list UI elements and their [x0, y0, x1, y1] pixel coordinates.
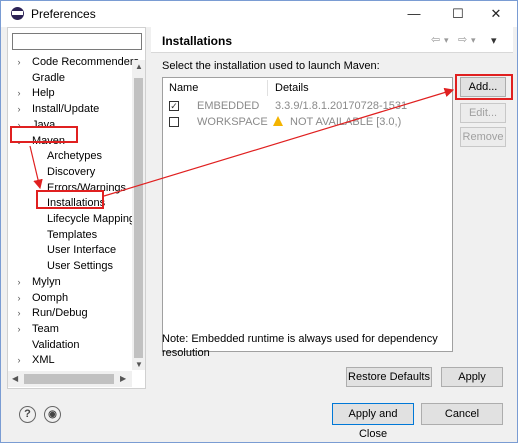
tree-item-label: Code Recommenders: [32, 56, 139, 68]
row-checkbox[interactable]: ✓: [169, 101, 179, 111]
close-button[interactable]: ✕: [479, 1, 513, 27]
page-description: Select the installation used to launch M…: [162, 60, 380, 72]
page-title: Installations: [162, 34, 233, 48]
column-header-details[interactable]: Details: [275, 80, 309, 96]
edit-button[interactable]: Edit...: [460, 103, 506, 123]
back-menu-icon[interactable]: ▾: [444, 35, 449, 46]
tree-item-label: User Interface: [47, 244, 117, 257]
tree-item-label: Archetypes: [47, 150, 103, 163]
tree-hscroll-thumb[interactable]: [24, 374, 114, 384]
collapsed-chevron-icon[interactable]: ›: [14, 290, 24, 306]
restore-defaults-button[interactable]: Restore Defaults: [346, 367, 432, 387]
view-menu-icon[interactable]: ▾: [491, 34, 497, 47]
maximize-button[interactable]: ☐: [441, 1, 475, 27]
expanded-chevron-icon[interactable]: ⌄: [14, 133, 24, 149]
installation-name: WORKSPACE: [197, 116, 268, 128]
cancel-button[interactable]: Cancel: [421, 403, 503, 425]
help-icon[interactable]: ?: [19, 406, 36, 423]
tree-item-label: Run/Debug: [32, 307, 88, 320]
warning-icon: [273, 116, 283, 126]
tree-item-label: Lifecycle Mapping: [47, 213, 136, 225]
tree-item-label: XML: [32, 354, 55, 367]
tree-item-label: Mylyn: [32, 275, 61, 288]
column-header-name[interactable]: Name: [169, 80, 198, 96]
forward-arrow-icon[interactable]: ⇨: [458, 33, 467, 46]
tree-horizontal-scrollbar[interactable]: ◀ ▶: [8, 371, 132, 387]
tree-item-label: Gradle: [32, 71, 66, 84]
installations-page: Installations ⇦ ▾ ⇨ ▾ ▾ Select the insta…: [151, 27, 513, 389]
tree-item-label: Templates: [47, 228, 98, 241]
remove-button[interactable]: Remove: [460, 127, 506, 147]
collapsed-chevron-icon[interactable]: ›: [14, 274, 24, 290]
window-title: Preferences: [31, 7, 96, 21]
table-row[interactable]: WORKSPACE NOT AVAILABLE [3.0,): [163, 114, 452, 130]
tree-item-label: Install/Update: [32, 103, 100, 116]
table-row[interactable]: ✓ EMBEDDED 3.3.9/1.8.1.20170728-1531: [163, 98, 452, 114]
row-checkbox[interactable]: [169, 117, 179, 127]
tree-item-label: Validation: [32, 338, 80, 351]
scroll-left-icon[interactable]: ◀: [12, 374, 18, 383]
embedded-runtime-note: Note: Embedded runtime is always used fo…: [162, 333, 438, 359]
import-export-icon[interactable]: ◉: [44, 406, 61, 423]
scroll-up-icon[interactable]: ▲: [135, 62, 143, 71]
tree-item-label: Errors/Warnings: [47, 181, 127, 194]
preference-tree-panel: › Code Recommenders Gradle › Help › Install/Up…: [7, 27, 146, 389]
collapsed-chevron-icon[interactable]: ›: [14, 54, 24, 70]
collapsed-chevron-icon[interactable]: ›: [14, 117, 24, 133]
eclipse-icon: [11, 7, 24, 20]
apply-button[interactable]: Apply: [441, 367, 503, 387]
collapsed-chevron-icon[interactable]: ›: [14, 85, 24, 101]
column-separator: [267, 80, 268, 96]
installation-details: 3.3.9/1.8.1.20170728-1531: [275, 100, 408, 112]
tree-item-label: User Settings: [47, 260, 114, 273]
installation-details: NOT AVAILABLE [3.0,): [290, 116, 402, 128]
apply-and-close-button[interactable]: Apply and Close: [332, 403, 414, 440]
tree-scroll-thumb[interactable]: [134, 78, 143, 358]
tree-item-label: Maven: [32, 134, 66, 147]
forward-menu-icon[interactable]: ▾: [471, 35, 476, 46]
tree-item-label: Discovery: [47, 165, 96, 178]
tree-item-label: Oomph: [32, 291, 69, 304]
page-header: Installations ⇦ ▾ ⇨ ▾ ▾: [151, 27, 513, 53]
back-arrow-icon[interactable]: ⇦: [431, 33, 440, 46]
collapsed-chevron-icon[interactable]: ›: [14, 321, 24, 337]
add-button[interactable]: Add...: [460, 77, 506, 97]
title-bar: Preferences — ☐ ✕: [1, 1, 517, 27]
tree-item-label: Installations: [47, 197, 106, 210]
tree-item-label: Team: [32, 322, 59, 335]
collapsed-chevron-icon[interactable]: ›: [14, 305, 24, 321]
preferences-window: Preferences — ☐ ✕ › Code Recommenders Grad…: [0, 0, 518, 443]
collapsed-chevron-icon[interactable]: ›: [14, 352, 24, 368]
installation-name: EMBEDDED: [197, 100, 260, 112]
dialog-footer: ? ◉ Apply and Close Cancel: [1, 389, 517, 442]
scroll-right-icon[interactable]: ▶: [120, 374, 126, 383]
tree-item-label: Java: [32, 118, 56, 131]
tree-vertical-scrollbar[interactable]: ▲ ▼: [132, 60, 145, 370]
tree-item-label: Help: [32, 87, 55, 100]
scroll-down-icon[interactable]: ▼: [135, 360, 143, 369]
filter-input[interactable]: [12, 33, 142, 50]
collapsed-chevron-icon[interactable]: ›: [14, 101, 24, 117]
installations-table: Name Details ✓ EMBEDDED 3.3.9/1.8.1.2017…: [162, 77, 453, 352]
minimize-button[interactable]: —: [397, 1, 431, 27]
